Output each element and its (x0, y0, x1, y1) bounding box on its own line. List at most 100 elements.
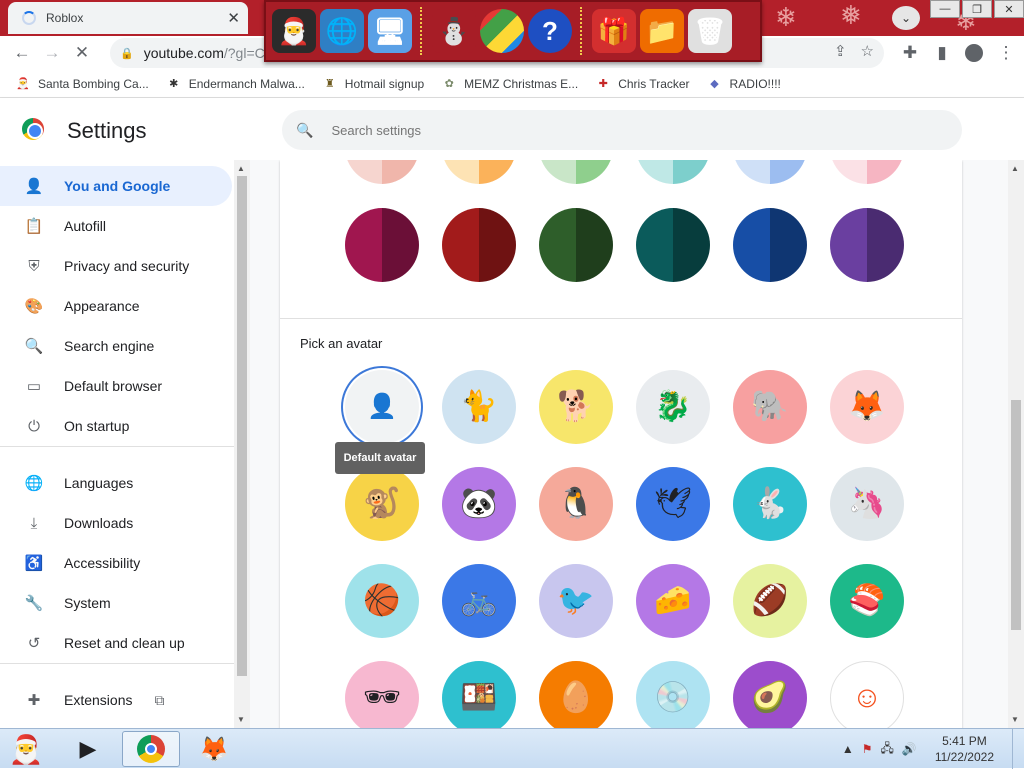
sidebar-item-appearance[interactable]: 🎨 Appearance (0, 286, 232, 326)
side-panel-icon[interactable]: ▮ (926, 38, 958, 68)
forward-arrow-icon[interactable]: → (37, 38, 67, 68)
extensions-puzzle-icon[interactable]: ✚ (894, 38, 926, 68)
bookmark-item[interactable]: ✿ MEMZ Christmas E... (442, 77, 579, 91)
search-input[interactable] (329, 121, 930, 139)
monitor-icon[interactable]: 🖥 (368, 9, 412, 53)
help-icon[interactable]: ? (528, 9, 572, 53)
bike-avatar[interactable]: 🚲 (442, 564, 516, 638)
show-desktop-button[interactable] (1012, 729, 1024, 769)
tab-search-chevron-icon[interactable]: ⌄ (892, 6, 920, 30)
theme-color-swatch[interactable] (442, 208, 516, 282)
sidebar-item-system[interactable]: 🔧 System (0, 583, 232, 623)
cardinal-avatar[interactable]: 🐦 (539, 564, 613, 638)
fox-avatar[interactable]: 🦊 (830, 370, 904, 444)
scrollbar-thumb[interactable] (1011, 400, 1021, 630)
firefox-icon[interactable]: 🦊 (192, 731, 236, 767)
sidebar-item-languages[interactable]: 🌐 Languages (0, 463, 232, 503)
bookmark-item[interactable]: ◆ RADIO!!!! (708, 77, 781, 91)
sidebar-item-accessibility[interactable]: ♿ Accessibility (0, 543, 232, 583)
bookmark-item[interactable]: ✱ Endermanch Malwa... (167, 77, 305, 91)
theme-color-swatch[interactable] (345, 208, 419, 282)
sidebar-item-downloads[interactable]: ⤓ Downloads (0, 503, 232, 543)
rabbit-avatar[interactable]: 🐇 (733, 467, 807, 541)
sidebar-item-reset-and-clean-up[interactable]: ↺ Reset and clean up (0, 623, 232, 663)
theme-color-swatch[interactable] (539, 208, 613, 282)
theme-color-swatch[interactable] (830, 208, 904, 282)
bookmark-item[interactable]: ♜ Hotmail signup (323, 77, 424, 91)
start-button-santa-icon[interactable]: 🎅 (4, 731, 48, 767)
elephant-avatar[interactable]: 🐘 (733, 370, 807, 444)
sidebar-item-search-engine[interactable]: 🔍 Search engine (0, 326, 232, 366)
avocado-avatar[interactable]: 🥑 (733, 661, 807, 728)
network-icon[interactable]: 🖧 (880, 739, 893, 760)
minimize-button[interactable]: — (930, 0, 960, 18)
folder-icon[interactable]: 📁 (640, 9, 684, 53)
tab-close-icon[interactable]: ✕ (227, 9, 240, 27)
vinyl-avatar[interactable]: 💿 (636, 661, 710, 728)
cat-avatar[interactable]: 🐈 (442, 370, 516, 444)
panda-avatar[interactable]: 🐼 (442, 467, 516, 541)
theme-color-swatch[interactable] (539, 160, 613, 184)
penguin-avatar[interactable]: 🐧 (539, 467, 613, 541)
dragon-avatar[interactable]: 🐉 (636, 370, 710, 444)
sidebar-item-on-startup[interactable]: ⏻ On startup (0, 406, 232, 446)
sidebar-item-autofill[interactable]: 📋 Autofill (0, 206, 232, 246)
smiley-avatar[interactable]: ☺ (830, 661, 904, 728)
bird-avatar[interactable]: 🕊 (636, 467, 710, 541)
clock[interactable]: 5:41 PM 11/22/2022 (935, 733, 994, 765)
back-arrow-icon[interactable]: ← (7, 38, 37, 68)
settings-search[interactable]: 🔍 (282, 110, 962, 150)
cheese-avatar[interactable]: 🧀 (636, 564, 710, 638)
restore-button[interactable]: ❐ (962, 0, 992, 18)
football-avatar[interactable]: 🏈 (733, 564, 807, 638)
sidebar-item-privacy-and-security[interactable]: ⛨ Privacy and security (0, 246, 232, 286)
santa-sleigh-icon[interactable]: 🎅 (272, 9, 316, 53)
theme-color-swatch[interactable] (345, 160, 419, 184)
globe-icon[interactable]: 🌐 (320, 9, 364, 53)
action-center-icon[interactable]: ⚑ (862, 742, 873, 756)
default-avatar[interactable]: 👤 (345, 370, 419, 444)
color-wheel-icon[interactable] (480, 9, 524, 53)
sunglasses-avatar[interactable]: 🕶 (345, 661, 419, 728)
theme-color-swatch[interactable] (830, 160, 904, 184)
sidebar-item-you-and-google[interactable]: 👤 You and Google (0, 166, 232, 206)
tamagotchi-avatar[interactable]: 🥚 (539, 661, 613, 728)
bookmark-item[interactable]: 🎅 Santa Bombing Ca... (16, 77, 149, 91)
scroll-up-icon[interactable]: ▲ (237, 164, 245, 173)
monkey-avatar[interactable]: 🐒 (345, 467, 419, 541)
stop-loading-icon[interactable]: ✕ (67, 38, 97, 68)
recycle-bin-icon[interactable]: 🗑 (688, 9, 732, 53)
sidebar-item-default-browser[interactable]: ▭ Default browser (0, 366, 232, 406)
unicorn-avatar[interactable]: 🦄 (830, 467, 904, 541)
sushi-avatar[interactable]: 🍱 (442, 661, 516, 728)
main-scrollbar[interactable]: ▲ ▼ (1008, 160, 1024, 728)
tab-roblox[interactable]: Roblox ✕ (8, 2, 248, 34)
sidebar-item-extensions[interactable]: ✚ Extensions ⧉ (0, 680, 232, 720)
show-hidden-icons-icon[interactable]: ▲ (842, 742, 854, 756)
rabbit-icon: 🐇 (751, 487, 789, 520)
theme-color-swatch[interactable] (733, 160, 807, 184)
bookmark-star-icon[interactable]: ☆ (861, 42, 874, 60)
sushi-plate-avatar[interactable]: 🍣 (830, 564, 904, 638)
profile-avatar[interactable] (958, 38, 990, 68)
theme-color-swatch[interactable] (636, 208, 710, 282)
bookmark-item[interactable]: ✚ Chris Tracker (596, 77, 690, 91)
close-window-button[interactable]: ✕ (994, 0, 1024, 18)
basketball-avatar[interactable]: 🏀 (345, 564, 419, 638)
corgi-avatar[interactable]: 🐕 (539, 370, 613, 444)
media-player-icon[interactable]: ▶ (68, 731, 108, 767)
sidebar-scrollbar[interactable]: ▲ ▼ (234, 160, 250, 728)
scrollbar-thumb[interactable] (237, 176, 247, 676)
menu-kebab-icon[interactable]: ⋮ (990, 38, 1022, 68)
chrome-taskbar-icon[interactable] (122, 731, 180, 767)
theme-color-swatch[interactable] (733, 208, 807, 282)
scroll-up-icon[interactable]: ▲ (1011, 164, 1019, 173)
theme-color-swatch[interactable] (636, 160, 710, 184)
gift-icon[interactable]: 🎁 (592, 9, 636, 53)
scroll-down-icon[interactable]: ▼ (1011, 715, 1019, 724)
volume-icon[interactable]: 🔊 (902, 742, 917, 756)
theme-color-swatch[interactable] (442, 160, 516, 184)
snowman-icon[interactable]: ⛄ (432, 9, 476, 53)
scroll-down-icon[interactable]: ▼ (237, 715, 245, 724)
share-icon[interactable]: ⇪ (834, 42, 847, 60)
